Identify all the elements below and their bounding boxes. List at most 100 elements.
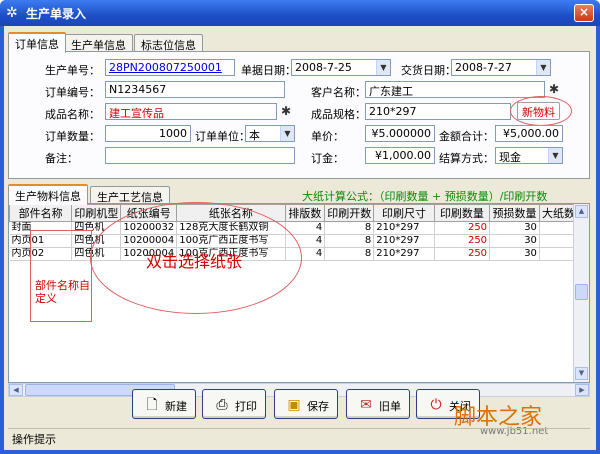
scroll-down-icon[interactable]: ▼: [575, 367, 588, 380]
cell-print-size[interactable]: 210*297: [373, 221, 435, 235]
customer-field[interactable]: 广东建工: [365, 81, 545, 98]
customer-label: 客户名称：: [311, 86, 366, 99]
price-field[interactable]: ¥5.000000: [365, 125, 435, 142]
scroll-left-icon[interactable]: ◀: [9, 384, 23, 396]
delivery-date-dropdown-icon[interactable]: ▼: [536, 60, 550, 75]
delivery-date-field[interactable]: 2008-7-27 ▼: [451, 59, 551, 76]
cell-print-size[interactable]: 210*297: [373, 234, 435, 248]
settle-field[interactable]: 现金 ▼: [495, 147, 563, 164]
production-no-label: 生产单号：: [45, 64, 100, 77]
tab-order-info[interactable]: 订单信息: [8, 32, 66, 53]
delivery-date-label: 交货日期：: [401, 64, 456, 77]
old-order-icon: ✉: [360, 397, 372, 413]
client-area: 订单信息 生产单信息 标志位信息 生产单号： 28PN200807250001 …: [4, 26, 596, 450]
power-icon: ⏻: [430, 397, 442, 413]
product-value: 建工宣传品: [109, 107, 164, 120]
new-button[interactable]: 🗋 新建: [132, 389, 196, 419]
customer-picker-icon[interactable]: ✱: [547, 82, 561, 96]
tab-material-info[interactable]: 生产物料信息: [8, 184, 88, 205]
cell-print-size[interactable]: 210*297: [373, 247, 435, 261]
save-disk-icon: ▣: [287, 397, 301, 413]
app-window: ✲ 生产单录入 × 订单信息 生产单信息 标志位信息 生产单号： 28PN200…: [0, 0, 600, 454]
order-no-field[interactable]: N1234567: [105, 81, 285, 98]
app-star-icon: ✲: [6, 5, 18, 21]
unit-label: 订单单位：: [195, 130, 250, 143]
order-no-value: N1234567: [109, 83, 167, 96]
save-button[interactable]: ▣ 保存: [274, 389, 338, 419]
cell-print-folio[interactable]: 8: [324, 234, 375, 248]
printer-icon: ⎙: [216, 397, 228, 413]
cell-print-qty[interactable]: 250: [434, 234, 491, 248]
cell-spoilage-qty[interactable]: 30: [489, 247, 540, 261]
col-header-print-folio[interactable]: 印刷开数: [324, 204, 375, 222]
tab-flag-info[interactable]: 标志位信息: [134, 34, 203, 52]
product-picker-icon[interactable]: ✱: [279, 104, 293, 118]
new-material-highlight: [510, 96, 572, 126]
cell-print-qty[interactable]: 250: [434, 221, 491, 235]
col-header-print-size[interactable]: 印刷尺寸: [373, 204, 435, 222]
total-label: 金额合计：: [439, 130, 494, 143]
unit-field[interactable]: 本 ▼: [245, 125, 295, 142]
col-header-part-name[interactable]: 部件名称: [9, 204, 73, 222]
save-button-label: 保存: [307, 400, 329, 413]
new-button-label: 新建: [165, 400, 187, 413]
window-close-button[interactable]: ×: [574, 4, 594, 22]
quantity-value: 1000: [159, 127, 187, 140]
quantity-field[interactable]: 1000: [105, 125, 191, 142]
unit-dropdown-icon[interactable]: ▼: [280, 126, 294, 141]
order-date-value: 2008-7-25: [295, 61, 352, 74]
order-no-label: 订单编号：: [45, 86, 100, 99]
new-document-icon: 🗋: [146, 397, 158, 413]
part-name-annotation-box: 部件名称自定义: [30, 230, 92, 322]
table-row[interactable]: 封面 四色机 10200032 128克大度长鹤双铜 4 8 210*297 2…: [9, 221, 589, 235]
old-order-button[interactable]: ✉ 旧单: [346, 389, 410, 419]
order-info-panel: 生产单号： 28PN200807250001 单据日期： 2008-7-25 ▼…: [8, 51, 590, 179]
col-header-spoilage-qty[interactable]: 预损数量: [489, 204, 540, 222]
cell-spoilage-qty[interactable]: 30: [489, 234, 540, 248]
settle-value: 现金: [499, 151, 521, 164]
title-bar[interactable]: ✲ 生产单录入 ×: [0, 0, 600, 26]
cell-print-folio[interactable]: 8: [324, 221, 375, 235]
order-date-field[interactable]: 2008-7-25 ▼: [291, 59, 391, 76]
remark-field[interactable]: [105, 147, 295, 164]
col-header-print-qty[interactable]: 印刷数量: [433, 204, 491, 222]
tab-production-info[interactable]: 生产单信息: [64, 34, 133, 52]
status-text: 操作提示: [12, 433, 56, 446]
old-order-button-label: 旧单: [379, 400, 401, 413]
production-no-value[interactable]: 28PN200807250001: [109, 61, 222, 74]
product-field[interactable]: 建工宣传品: [105, 103, 277, 120]
grid-header-row: 部件名称 印刷机型 纸张编号 纸张名称 排版数 印刷开数 印刷尺寸 印刷数量 预…: [9, 204, 589, 222]
scroll-right-icon[interactable]: ▶: [575, 384, 589, 396]
product-label: 成品名称：: [45, 108, 100, 121]
order-date-dropdown-icon[interactable]: ▼: [376, 60, 390, 75]
price-value: ¥5.000000: [371, 127, 432, 140]
cell-spoilage-qty[interactable]: 30: [489, 221, 540, 235]
deposit-label: 订金：: [311, 152, 344, 165]
window-title: 生产单录入: [26, 7, 87, 21]
delivery-date-value: 2008-7-27: [455, 61, 512, 74]
spec-label: 成品规格：: [311, 108, 366, 121]
deposit-field[interactable]: ¥1,000.00: [365, 147, 435, 164]
scroll-up-icon[interactable]: ▲: [575, 205, 588, 218]
price-label: 单价：: [311, 130, 344, 143]
grid-vertical-scrollbar[interactable]: ▲ ▼: [573, 204, 589, 382]
paper-select-annotation-text: 双击选择纸张: [146, 252, 243, 271]
quantity-label: 订单数量：: [45, 130, 100, 143]
vertical-scroll-thumb[interactable]: [575, 284, 588, 300]
cell-print-qty[interactable]: 250: [434, 247, 491, 261]
unit-value: 本: [249, 129, 260, 142]
col-header-press-type[interactable]: 印刷机型: [71, 204, 122, 222]
settle-dropdown-icon[interactable]: ▼: [548, 148, 562, 163]
col-header-layout-count[interactable]: 排版数: [284, 204, 326, 222]
part-name-annotation-text: 部件名称自定义: [35, 279, 90, 305]
material-grid[interactable]: 部件名称 印刷机型 纸张编号 纸张名称 排版数 印刷开数 印刷尺寸 印刷数量 预…: [8, 203, 590, 383]
production-no-field[interactable]: 28PN200807250001: [105, 59, 235, 76]
print-button[interactable]: ⎙ 打印: [202, 389, 266, 419]
remark-label: 备注：: [45, 152, 78, 165]
spec-field[interactable]: 210*297: [365, 103, 511, 120]
tab-process-info[interactable]: 生产工艺信息: [90, 186, 170, 204]
paper-formula-text: 大纸计算公式：（印刷数量 + 预损数量）/印刷开数: [302, 190, 548, 203]
total-field[interactable]: ¥5,000.00: [495, 125, 563, 142]
print-button-label: 打印: [235, 400, 257, 413]
cell-print-folio[interactable]: 8: [324, 247, 375, 261]
